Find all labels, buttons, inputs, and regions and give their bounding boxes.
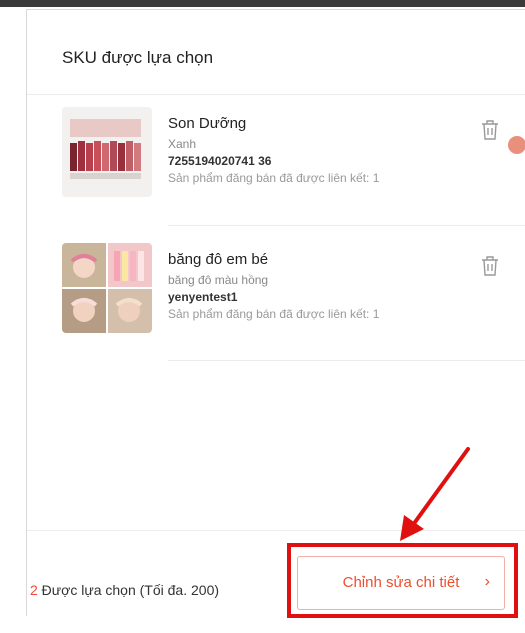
panel-title: SKU được lựa chọn [62, 48, 214, 67]
selected-count-text: Được lựa chọn (Tối đa. 200) [37, 582, 220, 598]
product-name: băng đô em bé [168, 251, 269, 268]
linked-count: Sản phẩm đăng bán đã được liên kết: 1 [168, 171, 380, 185]
sku-code: yenyentest1 [168, 290, 238, 304]
item-info: Son Dưỡng Xanh 7255194020741 36 Sản phẩm… [168, 115, 379, 185]
annotation-arrow-icon [400, 447, 470, 541]
baby-headband-product-image [62, 243, 152, 333]
item-divider [168, 360, 525, 361]
lipstick-product-image [62, 107, 152, 197]
trash-icon[interactable] [480, 119, 500, 141]
top-strip [0, 0, 525, 7]
touch-indicator [508, 136, 525, 154]
edit-details-button[interactable]: Chỉnh sửa chi tiết › [297, 556, 505, 610]
edit-details-label: Chỉnh sửa chi tiết [342, 574, 460, 591]
sku-code: 7255194020741 36 [168, 154, 272, 168]
title-divider [27, 94, 525, 95]
chevron-right-icon: › [484, 573, 490, 590]
product-name: Son Dưỡng [168, 115, 247, 132]
linked-count: Sản phẩm đăng bán đã được liên kết: 1 [168, 307, 380, 321]
item-divider [168, 225, 525, 226]
variant-label: Xanh [168, 137, 197, 151]
item-info: băng đô em bé băng đô màu hồng yenyentes… [168, 251, 379, 321]
trash-icon[interactable] [480, 255, 500, 277]
selected-count: 2 Được lựa chọn (Tối đa. 200) [30, 581, 240, 599]
selected-count-number: 2 [30, 582, 38, 598]
variant-label: băng đô màu hồng [168, 273, 269, 287]
